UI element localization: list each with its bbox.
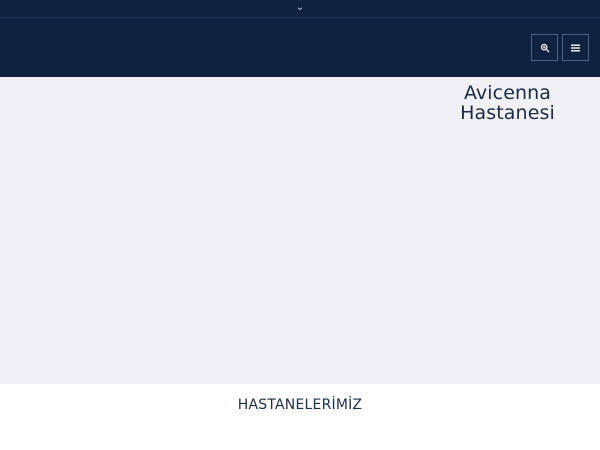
- site-header: [0, 18, 600, 77]
- section-title-hospitals: HASTANELERİMİZ: [237, 397, 363, 413]
- hospital-title: Avicenna Hastanesi: [455, 83, 560, 123]
- menu-button[interactable]: [562, 34, 589, 61]
- hamburger-menu-icon: [571, 44, 580, 52]
- hospital-title-line-1: Avicenna: [463, 82, 552, 104]
- top-bar: ⌄: [0, 0, 600, 18]
- hero-banner: Avicenna Hastanesi: [0, 77, 600, 384]
- search-icon: [540, 43, 550, 53]
- hospital-title-line-2: Hastanesi: [460, 102, 555, 124]
- chevron-down-icon[interactable]: ⌄: [296, 2, 304, 13]
- search-button[interactable]: [531, 34, 558, 61]
